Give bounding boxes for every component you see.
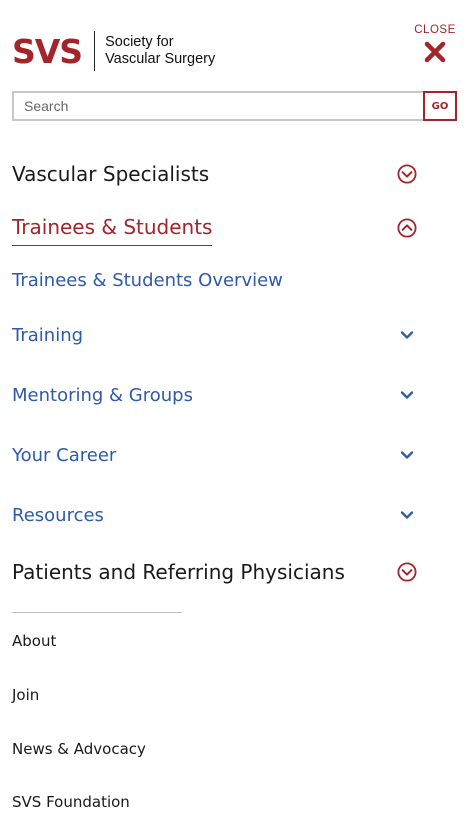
nav-subitem-overview[interactable]: Trainees & Students Overview [12, 266, 417, 294]
utility-link-about[interactable]: About [12, 632, 56, 650]
circle-chevron-up-icon[interactable] [397, 218, 417, 238]
circle-chevron-down-icon[interactable] [397, 164, 417, 184]
nav-item-label: Trainees & Students [12, 215, 213, 246]
nav-item-vascular-specialists[interactable]: Vascular Specialists [12, 158, 417, 190]
nav-item-label: Vascular Specialists [12, 162, 210, 186]
svs-logo[interactable]: SVS Society for Vascular Surgery [12, 30, 215, 72]
nav-item-label: Patients and Referring Physicians [12, 560, 345, 584]
logo-name-line1: Society for [105, 34, 174, 50]
nav-subitem-label: Resources [12, 504, 104, 526]
search-go-button[interactable]: GO [423, 91, 457, 121]
section-divider [12, 612, 182, 613]
nav-subitem-label: Your Career [12, 444, 117, 466]
logo-name-line2: Vascular Surgery [105, 51, 216, 67]
close-label: CLOSE [414, 24, 456, 36]
logo-name: Society for Vascular Surgery [105, 34, 215, 68]
search-bar: GO [12, 91, 457, 121]
close-menu-button[interactable]: CLOSE [413, 24, 457, 63]
chevron-down-icon[interactable] [397, 445, 417, 465]
nav-subitem-label: Trainees & Students Overview [12, 269, 283, 291]
nav-subitem-label: Training [12, 324, 84, 346]
nav-subitem-training[interactable]: Training [12, 321, 417, 349]
nav-subitem-resources[interactable]: Resources [12, 501, 417, 529]
nav-item-trainees-students[interactable]: Trainees & Students [12, 212, 417, 248]
circle-chevron-down-icon[interactable] [397, 562, 417, 582]
logo-abbreviation: SVS [12, 31, 83, 71]
search-input[interactable] [12, 91, 423, 121]
logo-divider [94, 31, 96, 71]
nav-subitem-your-career[interactable]: Your Career [12, 441, 417, 469]
nav-item-patients-referring-physicians[interactable]: Patients and Referring Physicians [12, 556, 417, 588]
chevron-down-icon[interactable] [397, 505, 417, 525]
site-header: SVS Society for Vascular Surgery CLOSE [0, 0, 473, 90]
chevron-down-icon[interactable] [397, 325, 417, 345]
chevron-down-icon[interactable] [397, 385, 417, 405]
close-x-icon [424, 41, 446, 63]
utility-link-news-advocacy[interactable]: News & Advocacy [12, 740, 146, 758]
utility-link-svs-foundation[interactable]: SVS Foundation [12, 793, 130, 811]
utility-link-join[interactable]: Join [12, 686, 39, 704]
nav-subitem-mentoring-groups[interactable]: Mentoring & Groups [12, 381, 417, 409]
nav-subitem-label: Mentoring & Groups [12, 384, 193, 406]
